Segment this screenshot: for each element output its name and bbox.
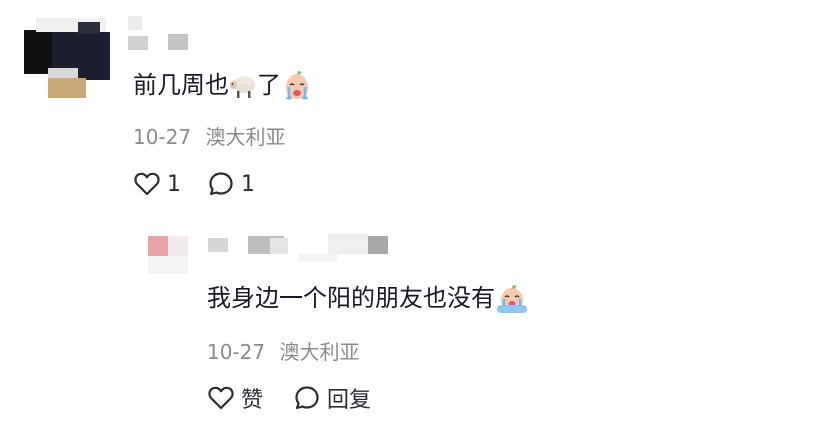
reply-text: 我身边一个阳的朋友也没有 xyxy=(207,281,529,315)
reply-button[interactable]: 1 xyxy=(207,170,255,198)
comment-location: 澳大利亚 xyxy=(205,125,286,149)
comment-text-part2: 了 xyxy=(257,71,281,99)
reply-date: 10-27 xyxy=(207,340,266,364)
reply-location: 澳大利亚 xyxy=(279,340,360,364)
avatar[interactable] xyxy=(24,18,110,98)
heart-icon xyxy=(208,386,234,410)
reply-like-label: 赞 xyxy=(241,388,264,413)
reply-commenter-name[interactable] xyxy=(208,234,392,264)
like-count: 1 xyxy=(167,171,181,197)
reply-reply-button[interactable]: 回复 xyxy=(293,382,371,414)
reply-reply-label: 回复 xyxy=(327,388,372,413)
comment-actions: 1 1 xyxy=(133,168,281,200)
reply-meta: 10-27 澳大利亚 xyxy=(207,336,359,365)
reply-like-button[interactable]: 赞 xyxy=(207,382,263,414)
crying-face-icon xyxy=(286,71,308,100)
like-button[interactable]: 1 xyxy=(133,171,181,197)
reply-count: 1 xyxy=(241,171,255,197)
comment-bubble-icon xyxy=(209,172,233,196)
reply-text-content: 我身边一个阳的朋友也没有 xyxy=(207,284,495,312)
comment-meta: 10-27 澳大利亚 xyxy=(133,121,285,150)
sheep-icon xyxy=(230,76,255,98)
commenter-name[interactable] xyxy=(128,16,192,56)
comment-text: 前几周也了 xyxy=(133,68,313,102)
reply-avatar[interactable] xyxy=(148,236,190,274)
crying-face-icon xyxy=(497,285,527,313)
comment-date: 10-27 xyxy=(133,125,192,149)
heart-icon xyxy=(134,172,160,196)
comment-text-part1: 前几周也 xyxy=(133,71,229,99)
comment-bubble-icon xyxy=(295,386,319,410)
reply-actions: 赞 回复 xyxy=(207,382,401,414)
